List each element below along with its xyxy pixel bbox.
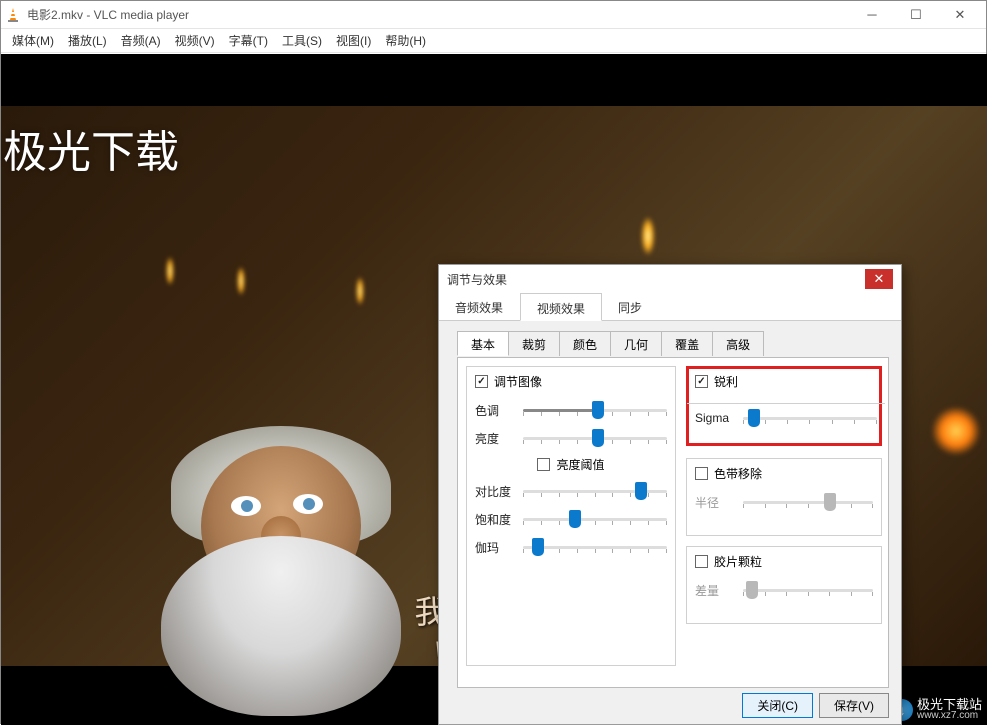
- watermark-bottomright: ↓ 极光下载站 www.xz7.com: [891, 698, 982, 721]
- menu-audio[interactable]: 音频(A): [114, 30, 168, 51]
- tab-audio-effects[interactable]: 音频效果: [439, 293, 520, 320]
- tab-video-effects[interactable]: 视频效果: [520, 293, 602, 321]
- menu-playback[interactable]: 播放(L): [61, 30, 114, 51]
- menu-video[interactable]: 视频(V): [168, 30, 222, 51]
- label-banding-removal: 色带移除: [714, 465, 762, 482]
- subtab-color[interactable]: 颜色: [559, 331, 611, 356]
- label-sharpen: 锐利: [714, 373, 738, 390]
- tab-sync[interactable]: 同步: [602, 293, 659, 320]
- subtab-advanced[interactable]: 高级: [712, 331, 764, 356]
- label-adjust-image: 调节图像: [494, 373, 542, 390]
- label-hue: 色调: [475, 402, 515, 419]
- slider-variance: [743, 580, 873, 600]
- checkbox-banding-removal[interactable]: [695, 467, 708, 480]
- window-close-button[interactable]: ✕: [938, 1, 982, 29]
- watermark-site-url: www.xz7.com: [917, 711, 982, 721]
- label-saturation: 饱和度: [475, 511, 515, 528]
- menu-help[interactable]: 帮助(H): [378, 30, 433, 51]
- group-film-grain: 胶片颗粒 差量: [686, 546, 882, 624]
- group-image-adjust: 调节图像 色调 亮度 亮度阈值: [466, 366, 676, 666]
- panel-basic: 调节图像 色调 亮度 亮度阈值: [457, 357, 889, 688]
- label-sigma: Sigma: [695, 411, 735, 425]
- subtab-geometry[interactable]: 几何: [610, 331, 662, 356]
- save-button[interactable]: 保存(V): [819, 693, 889, 718]
- label-film-grain: 胶片颗粒: [714, 553, 762, 570]
- label-variance: 差量: [695, 582, 735, 599]
- maximize-button[interactable]: ☐: [894, 1, 938, 29]
- main-tabs: 音频效果 视频效果 同步: [439, 293, 901, 321]
- menu-view[interactable]: 视图(I): [329, 30, 378, 51]
- subtab-overlay[interactable]: 覆盖: [661, 331, 713, 356]
- window-title: 电影2.mkv - VLC media player: [27, 6, 850, 23]
- label-contrast: 对比度: [475, 483, 515, 500]
- label-radius: 半径: [695, 494, 735, 511]
- vlc-cone-icon: [5, 7, 21, 23]
- menu-subtitle[interactable]: 字幕(T): [222, 30, 275, 51]
- dialog-close-button[interactable]: ✕: [865, 269, 893, 289]
- menu-media[interactable]: 媒体(M): [5, 30, 61, 51]
- slider-sigma[interactable]: [743, 408, 877, 428]
- dialog-title: 调节与效果: [447, 271, 507, 288]
- sub-tabs: 基本 裁剪 颜色 几何 覆盖 高级: [457, 331, 891, 356]
- checkbox-sharpen[interactable]: [695, 375, 708, 388]
- checkbox-brightness-threshold[interactable]: [537, 458, 550, 471]
- slider-saturation[interactable]: [523, 509, 667, 529]
- slider-gamma[interactable]: [523, 537, 667, 557]
- label-brightness-threshold: 亮度阈值: [556, 456, 604, 473]
- slider-radius: [743, 492, 873, 512]
- group-banding-removal: 色带移除 半径: [686, 458, 882, 536]
- subtab-crop[interactable]: 裁剪: [508, 331, 560, 356]
- dialog-titlebar[interactable]: 调节与效果 ✕: [439, 265, 901, 293]
- slider-hue[interactable]: [523, 400, 667, 420]
- label-brightness: 亮度: [475, 430, 515, 447]
- effects-dialog: 调节与效果 ✕ 音频效果 视频效果 同步 基本 裁剪 颜色 几何 覆盖 高级 调…: [438, 264, 902, 725]
- window-titlebar: 电影2.mkv - VLC media player ─ ☐ ✕: [1, 1, 986, 29]
- dialog-button-row: 关闭(C) 保存(V): [742, 693, 889, 718]
- menubar: 媒体(M) 播放(L) 音频(A) 视频(V) 字幕(T) 工具(S) 视图(I…: [1, 29, 986, 53]
- checkbox-adjust-image[interactable]: [475, 375, 488, 388]
- slider-contrast[interactable]: [523, 481, 667, 501]
- watermark-topleft: 极光下载: [3, 116, 179, 180]
- menu-tools[interactable]: 工具(S): [275, 30, 329, 51]
- checkbox-film-grain[interactable]: [695, 555, 708, 568]
- close-button[interactable]: 关闭(C): [742, 693, 813, 718]
- minimize-button[interactable]: ─: [850, 1, 894, 29]
- subtab-basic[interactable]: 基本: [457, 331, 509, 356]
- slider-brightness[interactable]: [523, 428, 667, 448]
- label-gamma: 伽玛: [475, 539, 515, 556]
- group-sharpen-highlighted: 锐利 Sigma: [686, 366, 882, 446]
